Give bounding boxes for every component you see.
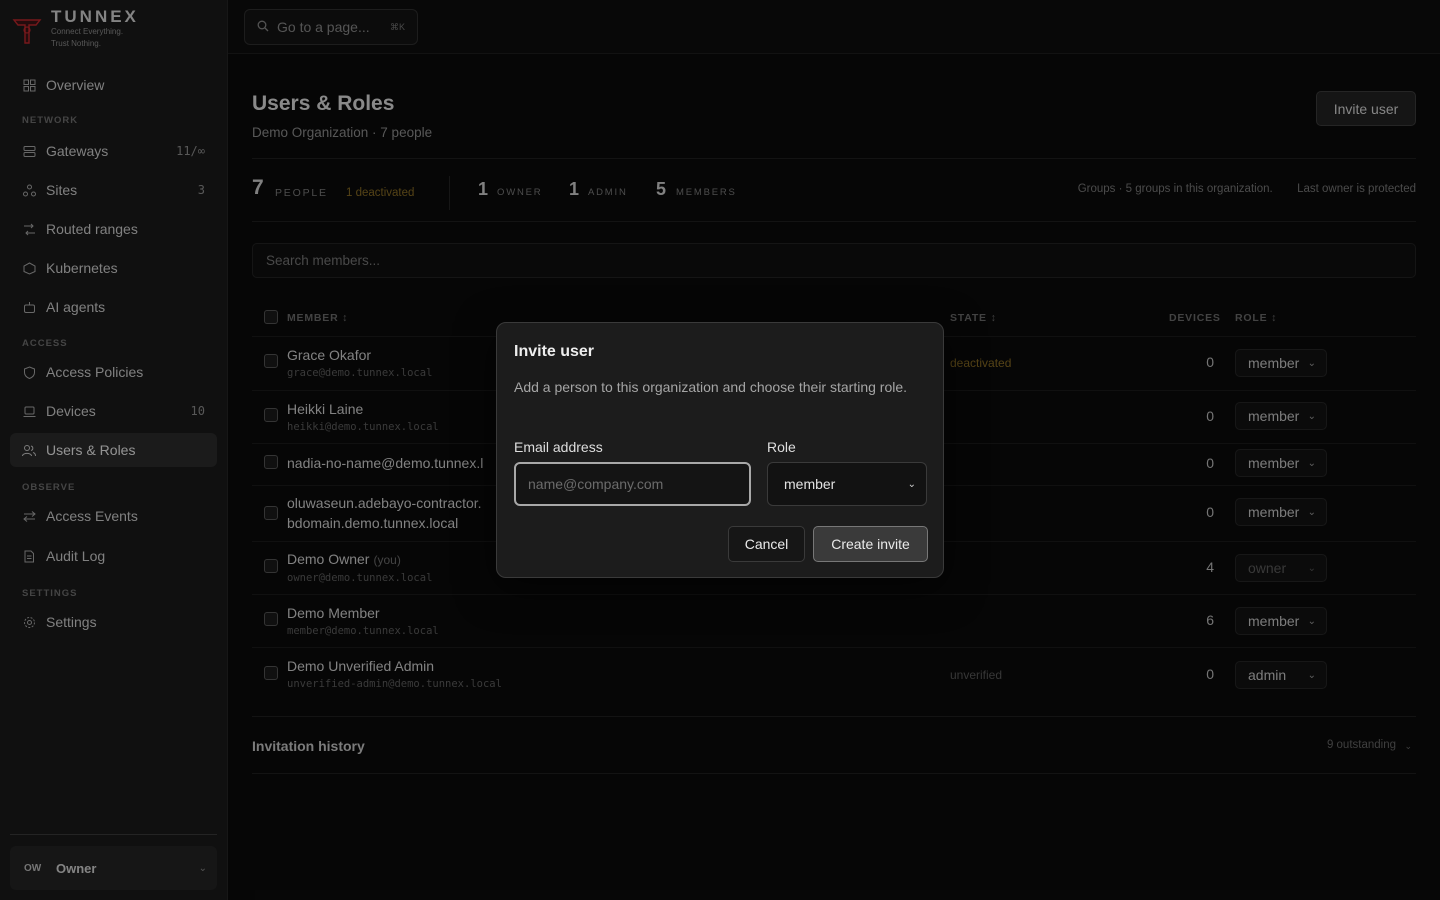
cancel-button[interactable]: Cancel (728, 526, 805, 562)
role-label: Role (767, 439, 796, 455)
role-select[interactable]: member ⌄ (767, 462, 927, 506)
dialog-description: Add a person to this organization and ch… (514, 379, 908, 395)
email-label: Email address (514, 439, 603, 455)
invite-user-dialog: Invite user Add a person to this organiz… (496, 322, 944, 578)
dialog-title: Invite user (514, 343, 595, 360)
chevron-down-icon: ⌄ (907, 478, 916, 490)
create-invite-button[interactable]: Create invite (813, 526, 928, 562)
email-address-field[interactable] (514, 462, 751, 506)
role-select-value: member (784, 476, 836, 492)
